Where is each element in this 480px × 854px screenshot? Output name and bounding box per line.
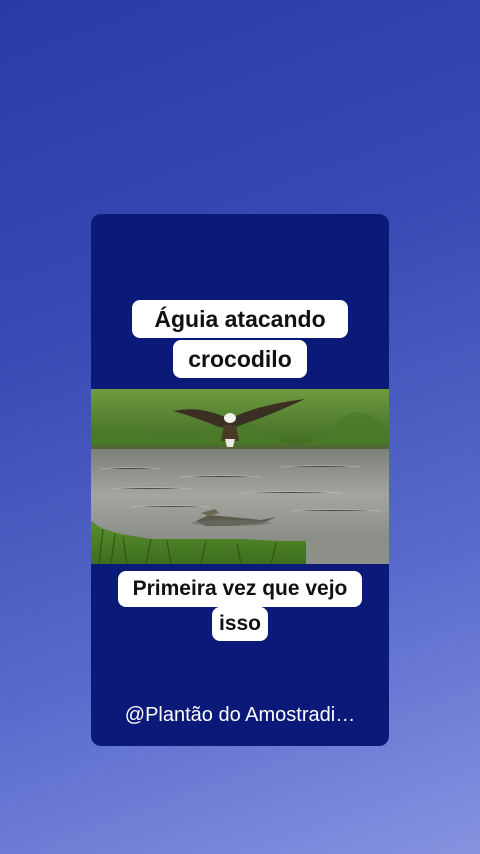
video-scene [91,389,389,564]
river-water [91,449,389,541]
story-card: Águia atacando crocodilo Primeira vez qu… [91,214,389,746]
video-frame[interactable] [91,389,389,564]
title-line-1: Águia atacando [132,300,348,338]
channel-watermark: @Plantão do Amostradi… [124,704,356,726]
caption-line-2: isso [212,607,268,641]
caption-line-1: Primeira vez que vejo [118,571,362,607]
title-line-2: crocodilo [173,340,307,378]
